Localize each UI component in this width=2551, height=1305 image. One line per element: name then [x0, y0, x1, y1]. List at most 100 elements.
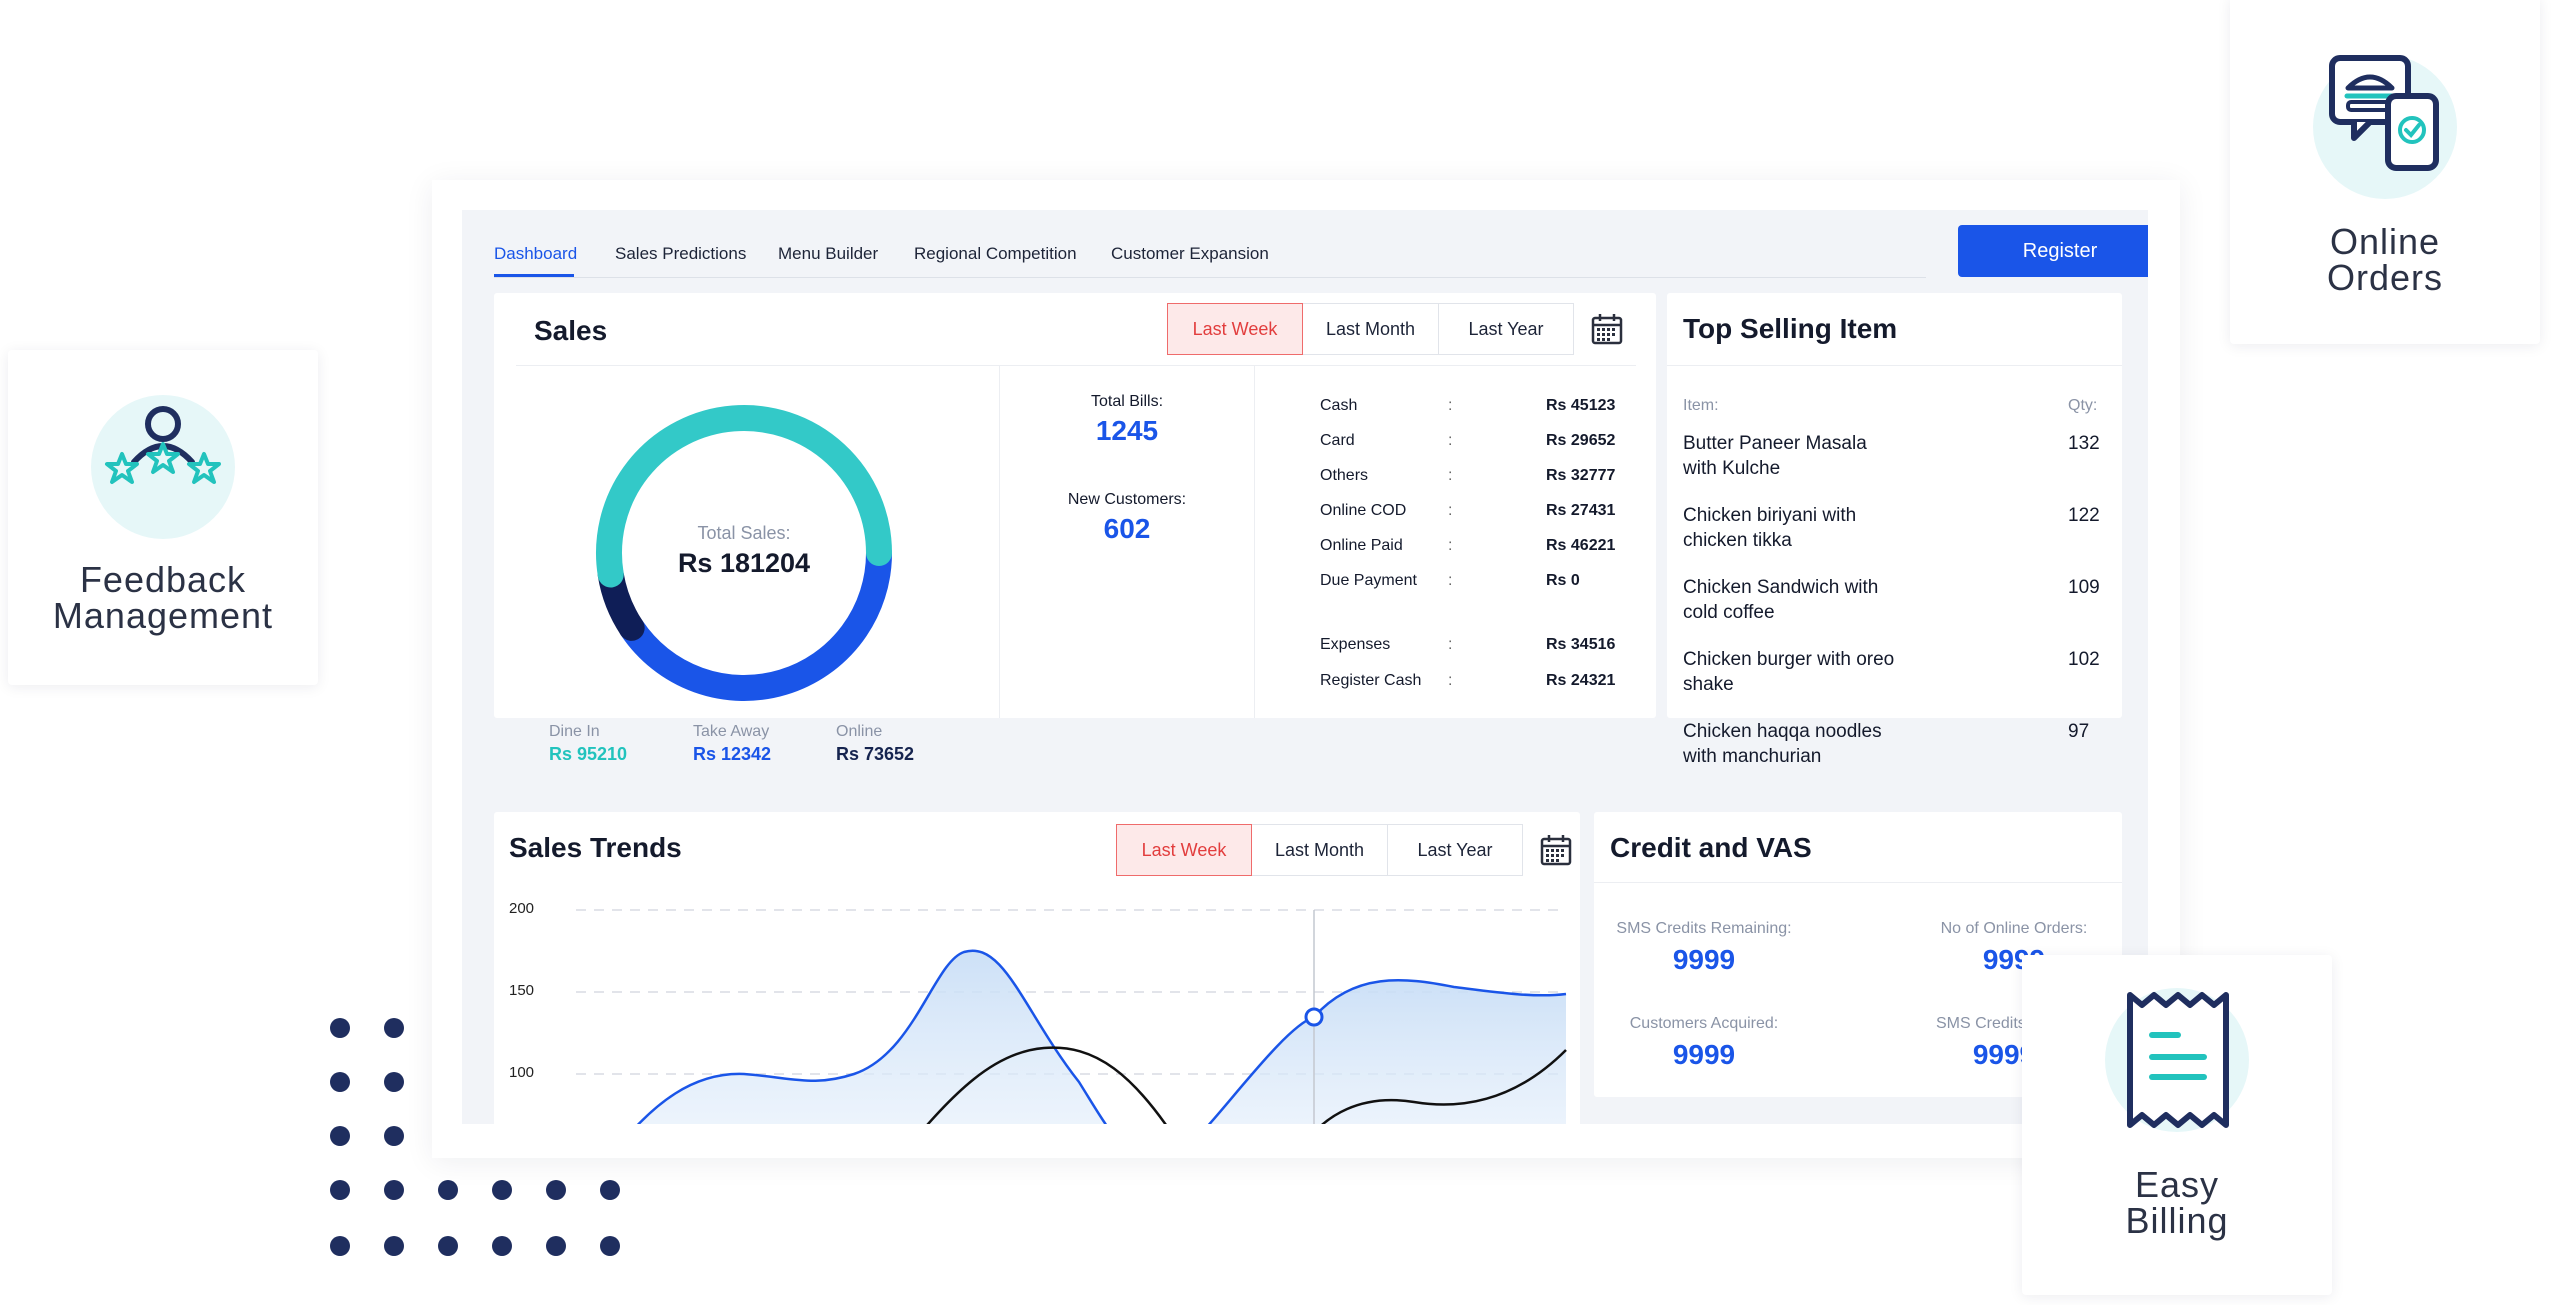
- total-bills-value: 1245: [1095, 415, 1159, 446]
- total-bills-stat: Total Bills: 1245: [1000, 393, 1254, 447]
- feedback-rating-icon: [91, 395, 235, 539]
- sales-period-last-year[interactable]: Last Year: [1438, 303, 1574, 355]
- payment-separator: :: [1448, 572, 1453, 589]
- sales-trends-chart: [576, 909, 1567, 1124]
- tab-dashboard[interactable]: Dashboard: [494, 244, 577, 264]
- online-orders-card: Online Orders: [2230, 0, 2540, 344]
- easy-billing-title-line2: Billing: [2125, 1200, 2229, 1241]
- sales-header-divider: [516, 365, 1636, 366]
- payment-label: Online Paid: [1320, 537, 1403, 554]
- dot: [438, 1180, 458, 1200]
- credit-vas-title: Credit and VAS: [1610, 832, 1812, 863]
- item-qty: 97: [2068, 721, 2090, 742]
- payment-value: Rs 32777: [1546, 467, 1616, 484]
- dot: [384, 1126, 404, 1146]
- dot: [546, 1180, 566, 1200]
- online-value: Rs 73652: [836, 744, 915, 764]
- take-away-label: Take Away: [693, 723, 770, 740]
- dot: [384, 1072, 404, 1092]
- dot: [384, 1236, 404, 1256]
- payment-label: Others: [1320, 467, 1369, 484]
- payment-separator: :: [1448, 502, 1453, 519]
- payment-separator: :: [1448, 397, 1453, 414]
- top-selling-col-item: Item:: [1683, 397, 1719, 414]
- customers-acquired-value: 9999: [1672, 1039, 1736, 1070]
- payment-row-cash: Cash: Rs 45123: [1320, 397, 1620, 421]
- top-selling-row: Chicken burger with oreo shake 102: [1683, 647, 2113, 707]
- tab-regional-competition[interactable]: Regional Competition: [914, 244, 1077, 264]
- dot: [600, 1180, 620, 1200]
- sales-breakdown-dine-in: Dine In Rs 95210: [549, 723, 627, 765]
- item-qty: 122: [2068, 505, 2100, 526]
- dot: [330, 1072, 350, 1092]
- billing-receipt-icon: [2105, 988, 2249, 1132]
- feedback-title-line2: Management: [52, 595, 274, 636]
- dot: [600, 1236, 620, 1256]
- dot: [384, 1018, 404, 1038]
- payment-value: Rs 29652: [1546, 432, 1616, 449]
- payment-value: Rs 46221: [1546, 537, 1616, 554]
- dot: [330, 1126, 350, 1146]
- online-label: Online: [836, 723, 883, 740]
- top-selling-panel: Top Selling Item Item: Qty: Butter Panee…: [1667, 293, 2122, 767]
- item-qty: 102: [2068, 649, 2100, 670]
- dot: [330, 1180, 350, 1200]
- item-name: Chicken haqqa noodles with manchurian: [1683, 721, 1882, 767]
- payment-row-card: Card: Rs 29652: [1320, 432, 1620, 456]
- sms-credits-remaining-label: SMS Credits Remaining:: [1616, 920, 1792, 937]
- sales-trends-panel: Sales Trends Last Week Last Month Last Y…: [494, 812, 1580, 1124]
- sms-credits-remaining-value: 9999: [1672, 944, 1736, 975]
- payment-row-online-paid: Online Paid: Rs 46221: [1320, 537, 1620, 561]
- dot: [330, 1236, 350, 1256]
- sales-period-last-month[interactable]: Last Month: [1302, 303, 1439, 355]
- top-selling-row: Chicken biriyani with chicken tikka 122: [1683, 503, 2113, 563]
- payment-row-due-payment: Due Payment: Rs 0: [1320, 572, 1620, 596]
- top-selling-row: Chicken Sandwich with cold coffee 109: [1683, 575, 2113, 635]
- sales-panel: Sales Last Week Last Month Last Year Tot…: [494, 293, 1656, 764]
- new-customers-label: New Customers:: [1067, 491, 1187, 508]
- customers-acquired: Customers Acquired: 9999: [1614, 1015, 1794, 1071]
- easy-billing-title-line1: Easy: [2134, 1164, 2220, 1205]
- expense-separator: :: [1448, 636, 1453, 653]
- tab-customer-expansion[interactable]: Customer Expansion: [1111, 244, 1269, 264]
- expense-label: Register Cash: [1320, 672, 1422, 689]
- dot: [492, 1236, 512, 1256]
- dot: [546, 1236, 566, 1256]
- sales-column-divider: [1254, 366, 1255, 718]
- hover-data-point: [1304, 1007, 1324, 1027]
- tab-sales-predictions[interactable]: Sales Predictions: [615, 244, 746, 264]
- credit-vas-divider: [1594, 882, 2122, 883]
- expense-value: Rs 24321: [1546, 672, 1616, 689]
- payment-separator: :: [1448, 467, 1453, 484]
- sales-period-selector: Last Week Last Month Last Year: [1167, 303, 1574, 355]
- dot: [492, 1180, 512, 1200]
- payment-label: Due Payment: [1320, 572, 1417, 589]
- trend-area-fill: [638, 950, 1106, 1124]
- trends-period-last-week[interactable]: Last Week: [1116, 824, 1252, 876]
- sales-calendar-icon[interactable]: [1591, 313, 1623, 345]
- new-customers-stat: New Customers: 602: [1000, 491, 1254, 545]
- top-selling-divider: [1667, 365, 2122, 366]
- payment-label: Online COD: [1320, 502, 1407, 519]
- dine-in-value: Rs 95210: [549, 744, 628, 764]
- sales-period-last-week[interactable]: Last Week: [1167, 303, 1303, 355]
- sales-breakdown-take-away: Take Away Rs 12342: [693, 723, 771, 765]
- expense-label: Expenses: [1320, 636, 1391, 653]
- payment-value: Rs 45123: [1546, 397, 1616, 414]
- register-button[interactable]: Register: [1958, 225, 2148, 277]
- donut-center-value: Rs 181204: [677, 548, 811, 578]
- sales-title: Sales: [534, 315, 608, 346]
- donut-center-label: Total Sales:: [697, 523, 791, 543]
- dot: [384, 1180, 404, 1200]
- online-orders-title-line2: Orders: [2326, 257, 2444, 298]
- expense-row-expenses: Expenses: Rs 34516: [1320, 636, 1620, 660]
- total-bills-label: Total Bills:: [1090, 393, 1164, 410]
- tab-menu-builder[interactable]: Menu Builder: [778, 244, 878, 264]
- customers-acquired-label: Customers Acquired:: [1629, 1015, 1779, 1032]
- expense-separator: :: [1448, 672, 1453, 689]
- payment-row-others: Others: Rs 32777: [1320, 467, 1620, 491]
- item-qty: 132: [2068, 433, 2100, 454]
- payment-row-online-cod: Online COD: Rs 27431: [1320, 502, 1620, 526]
- payment-value: Rs 27431: [1546, 502, 1616, 519]
- dot: [438, 1236, 458, 1256]
